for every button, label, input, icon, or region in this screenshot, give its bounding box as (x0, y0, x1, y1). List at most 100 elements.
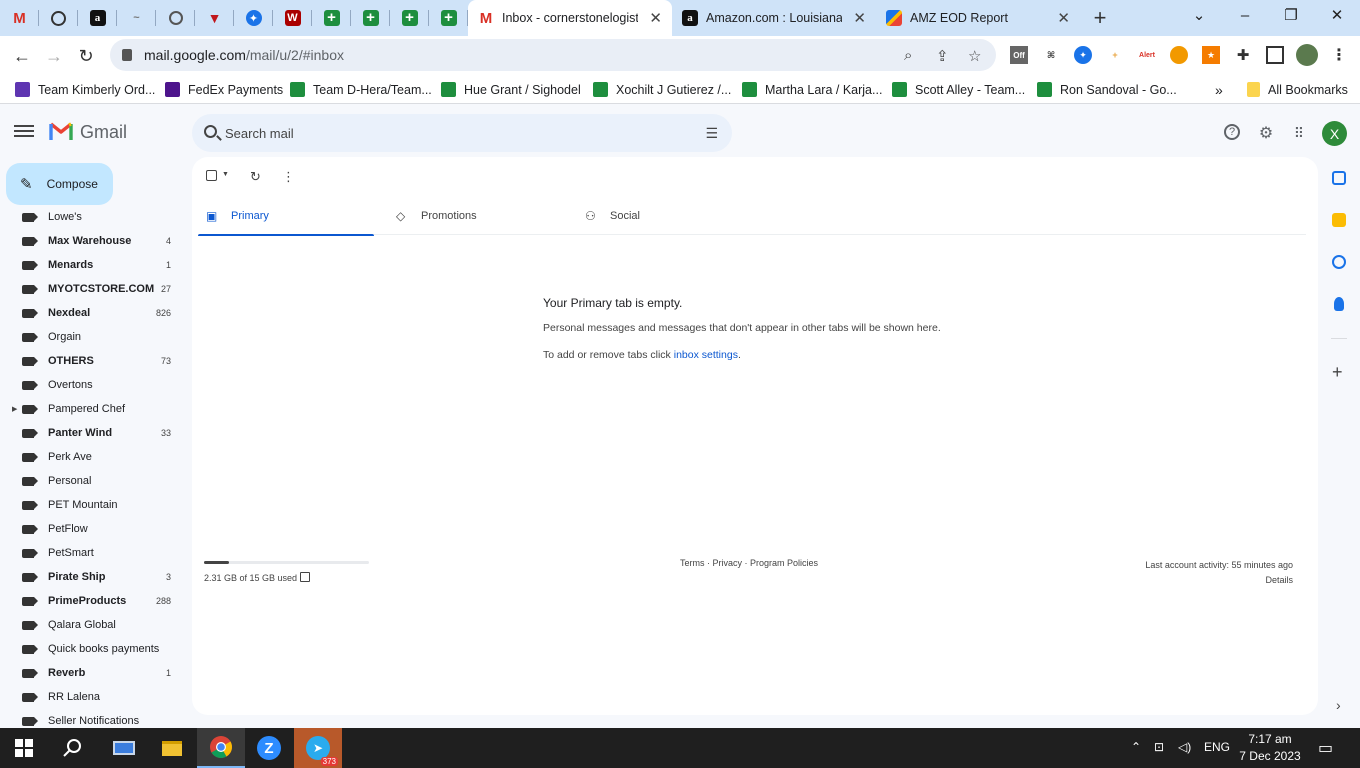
bookmark-item[interactable]: Team D-Hera/Team... (290, 82, 432, 97)
pinned-tab-w[interactable]: W (273, 0, 312, 36)
minimize-button[interactable]: – (1222, 0, 1268, 30)
desktop-app-button[interactable] (100, 728, 148, 768)
refresh-icon[interactable]: ↻ (250, 169, 261, 185)
chrome-button[interactable] (197, 728, 245, 768)
label-item[interactable]: PetFlow (0, 517, 190, 541)
pinned-tab-sheet-3[interactable] (390, 0, 429, 36)
open-external-icon[interactable] (300, 572, 310, 582)
side-panel-icon[interactable] (1266, 46, 1284, 64)
bookmark-item[interactable]: Xochilt J Gutierez /... (593, 82, 731, 97)
network-icon[interactable]: ⊡ (1154, 740, 1164, 754)
pinned-tab-openai[interactable] (39, 0, 78, 36)
label-item[interactable]: MYOTCSTORE.COM 27 (0, 277, 190, 301)
pinned-tab-faint[interactable]: ~ (117, 0, 156, 36)
share-icon[interactable]: ⇪ (936, 47, 949, 65)
label-item[interactable]: Perk Ave (0, 445, 190, 469)
extension-alert-icon[interactable]: Alert (1138, 46, 1156, 64)
forward-button[interactable]: → (38, 40, 70, 72)
pinned-tab-amazon[interactable]: a (78, 0, 117, 36)
search-icon[interactable] (204, 125, 217, 138)
volume-icon[interactable]: ◁) (1178, 740, 1191, 754)
bookmark-item[interactable]: Team Kimberly Ord... (15, 82, 155, 97)
more-bookmarks-icon[interactable]: » (1215, 82, 1223, 98)
bookmark-item[interactable]: Martha Lara / Karja... (742, 82, 882, 97)
extension-star-icon[interactable]: ★ (1202, 46, 1220, 64)
profile-avatar[interactable] (1296, 44, 1318, 66)
reload-button[interactable]: ↻ (70, 40, 102, 72)
expand-arrow-icon[interactable]: ▶ (12, 405, 17, 413)
compose-button[interactable]: ✎ Compose (6, 163, 113, 205)
footer-links[interactable]: Terms · Privacy · Program Policies (680, 558, 818, 568)
zoom-icon[interactable]: ⌕ (904, 47, 912, 64)
back-button[interactable]: ← (6, 40, 38, 72)
tab-amazon[interactable]: a Amazon.com : Louisiana F ✕ (672, 0, 876, 36)
label-item[interactable]: Seller Notifications (0, 709, 190, 728)
close-icon[interactable]: ✕ (649, 9, 662, 27)
chevron-right-icon[interactable]: › (1336, 697, 1341, 713)
account-avatar[interactable]: X (1322, 121, 1347, 146)
tab-promotions[interactable]: ◇ Promotions (388, 197, 564, 235)
calendar-icon[interactable] (1332, 171, 1346, 185)
add-addon-icon[interactable]: + (1332, 362, 1343, 383)
pinned-tab-blue[interactable]: ✦ (234, 0, 273, 36)
label-item[interactable]: RR Lalena (0, 685, 190, 709)
pinned-tab-sheet-1[interactable] (312, 0, 351, 36)
more-options-icon[interactable]: ⋮ (282, 169, 295, 185)
pinned-tab-gmail[interactable]: M (0, 0, 39, 36)
new-tab-button[interactable]: + (1080, 5, 1120, 31)
tab-primary[interactable]: ▣ Primary (198, 197, 374, 236)
bookmark-star-icon[interactable]: ☆ (968, 47, 981, 65)
label-item[interactable]: Orgain (0, 325, 190, 349)
label-item[interactable]: PetSmart (0, 541, 190, 565)
bookmark-item[interactable]: FedEx Payments (165, 82, 283, 97)
tab-amz-eod[interactable]: AMZ EOD Report ✕ (876, 0, 1080, 36)
label-item[interactable]: Nexdeal 826 (0, 301, 190, 325)
label-item[interactable]: PET Mountain (0, 493, 190, 517)
pinned-tab-triangle[interactable]: ▼ (195, 0, 234, 36)
pinned-tab-sheet-4[interactable] (429, 0, 468, 36)
label-item[interactable]: Reverb 1 (0, 661, 190, 685)
extension-icon[interactable]: ⌘ (1042, 46, 1060, 64)
tasks-icon[interactable] (1332, 255, 1346, 269)
label-item[interactable]: Panter Wind 33 (0, 421, 190, 445)
label-item[interactable]: Lowe's (0, 212, 190, 229)
clock[interactable]: 7:17 am 7 Dec 2023 (1236, 731, 1304, 765)
telegram-button[interactable]: ➤ 373 (294, 728, 342, 768)
close-window-button[interactable]: ✕ (1314, 0, 1360, 30)
label-item[interactable]: Menards 1 (0, 253, 190, 277)
label-item[interactable]: Max Warehouse 4 (0, 229, 190, 253)
tray-chevron-icon[interactable]: ⌃ (1131, 740, 1141, 754)
close-icon[interactable]: ✕ (853, 9, 866, 27)
inbox-settings-link[interactable]: inbox settings (674, 349, 738, 361)
label-item[interactable]: ▶ Pampered Chef (0, 397, 190, 421)
apps-grid-icon[interactable]: ⠿ (1290, 124, 1308, 142)
keep-icon[interactable] (1332, 213, 1346, 227)
extension-circle-icon[interactable]: ✦ (1074, 46, 1092, 64)
file-explorer-button[interactable] (148, 728, 196, 768)
bookmark-item[interactable]: Hue Grant / Sighodel (441, 82, 581, 97)
search-bar[interactable]: Search mail ☰ (192, 114, 732, 152)
select-all-checkbox[interactable] (206, 170, 217, 181)
label-item[interactable]: Personal (0, 469, 190, 493)
all-bookmarks[interactable]: All Bookmarks (1247, 82, 1348, 97)
settings-gear-icon[interactable]: ⚙ (1257, 124, 1275, 142)
label-item[interactable]: PrimeProducts 288 (0, 589, 190, 613)
kebab-menu-icon[interactable]: ⋮ (1330, 46, 1348, 64)
address-bar[interactable]: mail.google.com/mail/u/2/#inbox ⌕ ⇪ ☆ (110, 39, 996, 71)
main-menu-icon[interactable] (14, 122, 34, 142)
search-taskbar-button[interactable] (48, 728, 96, 768)
pinned-tab-globe[interactable] (156, 0, 195, 36)
bookmark-item[interactable]: Ron Sandoval - Go... (1037, 82, 1177, 97)
search-input[interactable]: Search mail (225, 126, 294, 141)
contacts-icon[interactable] (1334, 297, 1344, 311)
extension-orange-icon[interactable] (1170, 46, 1188, 64)
language-indicator[interactable]: ENG (1204, 740, 1230, 754)
tab-inbox[interactable]: M Inbox - cornerstonelogisti ✕ (468, 0, 672, 36)
label-item[interactable]: Pirate Ship 3 (0, 565, 190, 589)
help-icon[interactable]: ? (1224, 124, 1240, 140)
puzzle-icon[interactable]: ✚ (1234, 46, 1252, 64)
close-icon[interactable]: ✕ (1057, 9, 1070, 27)
bookmark-item[interactable]: Scott Alley - Team... (892, 82, 1025, 97)
extension-off-icon[interactable]: Off (1010, 46, 1028, 64)
details-link[interactable]: Details (1145, 573, 1293, 588)
